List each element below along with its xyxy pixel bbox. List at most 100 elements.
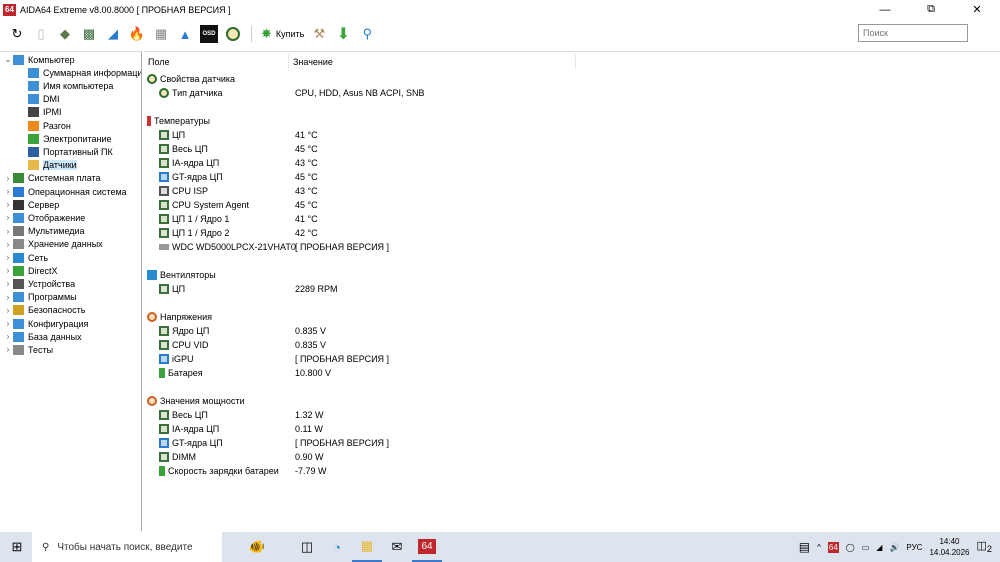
tree-item[interactable]: Датчики: [28, 159, 77, 172]
chevron-right-icon[interactable]: ›: [3, 253, 13, 262]
column-header-field[interactable]: Поле: [144, 54, 289, 69]
tree-item[interactable]: ⌄ Компьютер: [3, 53, 75, 66]
aida64-tray-icon[interactable]: 64: [827, 541, 839, 553]
osd-icon[interactable]: OSD: [200, 25, 218, 43]
wifi-icon[interactable]: ◢: [876, 543, 882, 552]
chevron-down-icon[interactable]: ⌄: [3, 55, 13, 64]
gauge-icon[interactable]: [224, 25, 242, 43]
refresh-icon[interactable]: ↻: [8, 25, 26, 43]
tree-item[interactable]: › Конфигурация: [3, 317, 88, 330]
minimize-button[interactable]: —: [862, 0, 908, 19]
sensor-row[interactable]: Скорость зарядки батареи -7.79 W: [159, 464, 759, 478]
clock[interactable]: 14:40 14.04.2026: [929, 536, 969, 558]
chevron-right-icon[interactable]: ›: [3, 174, 13, 183]
tree-item[interactable]: › Сервер: [3, 198, 59, 211]
chevron-right-icon[interactable]: ›: [3, 213, 13, 222]
battery-icon[interactable]: ▭: [862, 543, 870, 552]
chevron-right-icon[interactable]: ›: [3, 332, 13, 341]
tree-item[interactable]: Суммарная информация: [28, 66, 141, 79]
search-highlight-icon[interactable]: 🐠: [222, 532, 292, 562]
notifications-icon[interactable]: ◫2: [977, 539, 993, 554]
sensor-row[interactable]: Тип датчика CPU, HDD, Asus NB ACPI, SNB: [159, 86, 759, 100]
tree-item[interactable]: › Сеть: [3, 251, 48, 264]
tree-item[interactable]: IPMI: [28, 106, 62, 119]
sensor-row[interactable]: CPU System Agent 45 °C: [159, 198, 759, 212]
taskbar-search[interactable]: ⚲ Чтобы начать поиск, введите: [32, 532, 222, 562]
start-button[interactable]: ⊞: [2, 532, 32, 562]
sensor-row[interactable]: iGPU [ ПРОБНАЯ ВЕРСИЯ ]: [159, 352, 759, 366]
user-icon[interactable]: ▲: [176, 25, 194, 43]
close-button[interactable]: ✕: [954, 0, 1000, 19]
chevron-right-icon[interactable]: ›: [3, 319, 13, 328]
search-icon[interactable]: ⚲: [358, 25, 376, 43]
task-view-icon[interactable]: ◫: [292, 532, 322, 562]
news-icon[interactable]: ▤: [799, 540, 810, 554]
tree-item[interactable]: › База данных: [3, 330, 82, 343]
sensor-field: WDC WD5000LPCX-21VHAT0: [172, 242, 296, 252]
tree-item[interactable]: › Системная плата: [3, 172, 101, 185]
tree-item[interactable]: › Отображение: [3, 211, 85, 224]
chevron-right-icon[interactable]: ›: [3, 345, 13, 354]
volume-icon[interactable]: 🔊: [889, 543, 899, 552]
sensor-row[interactable]: Ядро ЦП 0.835 V: [159, 324, 759, 338]
device-icon[interactable]: ◯: [846, 543, 855, 552]
tree-item[interactable]: › DirectX: [3, 264, 58, 277]
sensor-row[interactable]: CPU ISP 43 °C: [159, 184, 759, 198]
search-input[interactable]: [858, 24, 968, 42]
language-indicator[interactable]: РУС: [906, 543, 922, 552]
chevron-right-icon[interactable]: ›: [3, 306, 13, 315]
edge-icon[interactable]: ◔: [322, 532, 352, 562]
sensor-row[interactable]: WDC WD5000LPCX-21VHAT0[ ПРОБНАЯ ВЕРСИЯ ]: [159, 240, 759, 254]
chevron-right-icon[interactable]: ›: [3, 200, 13, 209]
mail-icon[interactable]: ✉: [382, 532, 412, 562]
chevron-right-icon[interactable]: ›: [3, 240, 13, 249]
tree-item[interactable]: › Операционная система: [3, 185, 127, 198]
show-hidden-icons[interactable]: ^: [817, 543, 821, 552]
sensor-field: DIMM: [172, 452, 196, 462]
sensor-row[interactable]: ЦП 41 °C: [159, 128, 759, 142]
buy-button[interactable]: ✸ Купить: [261, 26, 304, 42]
sensor-row[interactable]: GT-ядра ЦП 45 °C: [159, 170, 759, 184]
network-icon[interactable]: ◢: [104, 25, 122, 43]
report-icon[interactable]: ▯: [32, 25, 50, 43]
aida64-taskbar-button[interactable]: 64: [412, 532, 442, 562]
sensor-row[interactable]: ЦП 2289 RPM: [159, 282, 759, 296]
tools-icon[interactable]: ⚒: [310, 25, 328, 43]
sensor-row[interactable]: Весь ЦП 1.32 W: [159, 408, 759, 422]
sensor-row[interactable]: Батарея 10.800 V: [159, 366, 759, 380]
calendar-icon[interactable]: ▦: [152, 25, 170, 43]
sensor-row[interactable]: CPU VID 0.835 V: [159, 338, 759, 352]
tree-item[interactable]: › Программы: [3, 291, 77, 304]
tree-item[interactable]: Разгон: [28, 119, 71, 132]
column-header-value[interactable]: Значение: [289, 54, 576, 69]
file-explorer-icon[interactable]: ▦: [352, 532, 382, 562]
tree-item[interactable]: › Хранение данных: [3, 238, 103, 251]
tree-item[interactable]: Электропитание: [28, 132, 112, 145]
memory-icon[interactable]: ▩: [80, 25, 98, 43]
sensor-row[interactable]: Весь ЦП 45 °C: [159, 142, 759, 156]
tree-item[interactable]: Портативный ПК: [28, 145, 113, 158]
tree-item[interactable]: › Тесты: [3, 343, 53, 356]
tree-item[interactable]: › Безопасность: [3, 304, 85, 317]
chevron-right-icon[interactable]: ›: [3, 266, 13, 275]
sensor-row[interactable]: DIMM 0.90 W: [159, 450, 759, 464]
sensor-row[interactable]: IA-ядра ЦП 43 °C: [159, 156, 759, 170]
time: 14:40: [939, 537, 960, 546]
chevron-right-icon[interactable]: ›: [3, 227, 13, 236]
tree-item[interactable]: › Устройства: [3, 277, 75, 290]
chevron-right-icon[interactable]: ›: [3, 293, 13, 302]
download-icon[interactable]: ⬇: [334, 25, 352, 43]
chevron-right-icon[interactable]: ›: [3, 279, 13, 288]
tree-item[interactable]: DMI: [28, 93, 60, 106]
flame-icon[interactable]: 🔥: [128, 25, 146, 43]
tree-item[interactable]: › Мультимедиа: [3, 225, 85, 238]
maximize-button[interactable]: ⧉: [908, 0, 954, 19]
motherboard-icon[interactable]: ◆: [56, 25, 74, 43]
sensor-row[interactable]: ЦП 1 / Ядро 2 42 °C: [159, 226, 759, 240]
sensor-row[interactable]: IA-ядра ЦП 0.11 W: [159, 422, 759, 436]
tree-item[interactable]: Имя компьютера: [28, 79, 113, 92]
chevron-right-icon[interactable]: ›: [3, 187, 13, 196]
sensor-row[interactable]: GT-ядра ЦП [ ПРОБНАЯ ВЕРСИЯ ]: [159, 436, 759, 450]
sensor-field: IA-ядра ЦП: [172, 158, 220, 168]
sensor-row[interactable]: ЦП 1 / Ядро 1 41 °C: [159, 212, 759, 226]
